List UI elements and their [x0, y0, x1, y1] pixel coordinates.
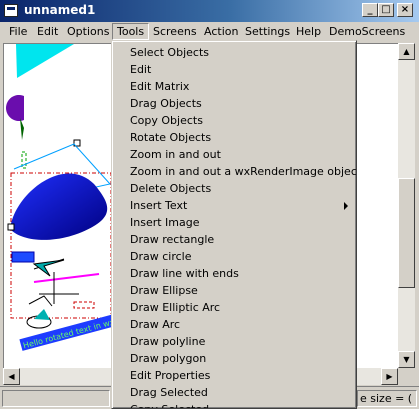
- menu-item-draw-polygon[interactable]: Draw polygon: [112, 350, 356, 367]
- menu-item-label: Select Objects: [130, 46, 209, 59]
- menu-item-label: Insert Text: [130, 199, 188, 212]
- minimize-button[interactable]: _: [362, 3, 378, 17]
- small-polyline[interactable]: [28, 295, 53, 307]
- window-title: unnamed1: [24, 3, 96, 17]
- magenta-line[interactable]: [33, 273, 100, 283]
- menu-item-label: Rotate Objects: [130, 131, 212, 144]
- menu-item-label: Edit: [130, 63, 152, 76]
- menu-item-label: Zoom in and out a wxRenderImage object: [130, 165, 357, 178]
- menu-item-edit-matrix[interactable]: Edit Matrix: [112, 78, 356, 95]
- app-icon: [4, 4, 18, 17]
- vertical-scroll-thumb[interactable]: [398, 178, 415, 288]
- menu-edit[interactable]: Edit: [37, 25, 58, 38]
- menu-item-zoom-in-and-out[interactable]: Zoom in and out: [112, 146, 356, 163]
- menu-item-label: Delete Objects: [130, 182, 212, 195]
- menu-item-edit-properties[interactable]: Edit Properties: [112, 367, 356, 384]
- menu-item-insert-text[interactable]: Insert Text: [112, 197, 356, 214]
- status-pane-left: [2, 390, 110, 407]
- menu-item-label: Draw Arc: [130, 318, 181, 331]
- menu-settings[interactable]: Settings: [245, 25, 290, 38]
- menu-item-label: Draw circle: [130, 250, 192, 263]
- scroll-right-button[interactable]: ▶: [381, 368, 398, 385]
- menu-item-label: Draw Ellipse: [130, 284, 198, 297]
- menu-item-label: Copy Selected: [130, 403, 209, 408]
- menu-item-label: Draw line with ends: [130, 267, 239, 280]
- menu-item-draw-arc[interactable]: Draw Arc: [112, 316, 356, 333]
- menu-item-label: Drag Objects: [130, 97, 202, 110]
- menu-item-label: Draw polygon: [130, 352, 207, 365]
- menu-item-delete-objects[interactable]: Delete Objects: [112, 180, 356, 197]
- menu-item-draw-polyline[interactable]: Draw polyline: [112, 333, 356, 350]
- scroll-down-button[interactable]: ▼: [398, 351, 415, 368]
- menu-action[interactable]: Action: [204, 25, 238, 38]
- status-pane-right: e size = (: [357, 390, 417, 407]
- menu-item-label: Copy Objects: [130, 114, 203, 127]
- menu-item-rotate-objects[interactable]: Rotate Objects: [112, 129, 356, 146]
- menu-bar: File Edit Tools Options Screens Action S…: [0, 22, 419, 42]
- green-shape[interactable]: [20, 118, 24, 140]
- handle-left[interactable]: [7, 223, 15, 231]
- menu-item-draw-rectangle[interactable]: Draw rectangle: [112, 231, 356, 248]
- menu-item-draw-ellipse[interactable]: Draw Ellipse: [112, 282, 356, 299]
- menu-item-copy-objects[interactable]: Copy Objects: [112, 112, 356, 129]
- menu-item-edit[interactable]: Edit: [112, 61, 356, 78]
- red-dash-small[interactable]: [73, 301, 95, 309]
- menu-item-drag-objects[interactable]: Drag Objects: [112, 95, 356, 112]
- menu-help[interactable]: Help: [296, 25, 321, 38]
- menu-item-label: Zoom in and out: [130, 148, 221, 161]
- menu-item-label: Drag Selected: [130, 386, 208, 399]
- close-button[interactable]: ×: [397, 3, 413, 17]
- scroll-corner: [398, 368, 415, 385]
- purple-pie[interactable]: [6, 95, 25, 121]
- menu-item-label: Insert Image: [130, 216, 200, 229]
- menu-item-label: Draw rectangle: [130, 233, 215, 246]
- vertical-scrollbar[interactable]: ▲ ▼: [398, 43, 415, 368]
- cyan-triangle[interactable]: [16, 44, 74, 78]
- scroll-up-button[interactable]: ▲: [398, 43, 415, 60]
- menu-tools[interactable]: Tools: [112, 23, 150, 40]
- menu-file[interactable]: File: [9, 25, 27, 38]
- menu-item-label: Draw polyline: [130, 335, 206, 348]
- blue-rect[interactable]: [11, 251, 35, 263]
- maximize-button[interactable]: □: [378, 3, 394, 17]
- blue-gradient-shape[interactable]: [10, 173, 108, 240]
- menu-screens[interactable]: Screens: [153, 25, 197, 38]
- menu-options[interactable]: Options: [67, 25, 109, 38]
- cyan-wing[interactable]: [34, 309, 50, 320]
- scroll-left-button[interactable]: ◀: [3, 368, 20, 385]
- menu-item-copy-selected[interactable]: Copy Selected: [112, 401, 356, 408]
- menu-item-label: Edit Matrix: [130, 80, 190, 93]
- menu-item-drag-selected[interactable]: Drag Selected: [112, 384, 356, 401]
- menu-item-label: Edit Properties: [130, 369, 211, 382]
- menu-demoscreens[interactable]: DemoScreens: [329, 25, 405, 38]
- menu-item-label: Draw Elliptic Arc: [130, 301, 221, 314]
- menu-item-select-objects[interactable]: Select Objects: [112, 44, 356, 61]
- title-bar[interactable]: unnamed1 _ □ ×: [0, 0, 419, 22]
- menu-item-draw-elliptic-arc[interactable]: Draw Elliptic Arc: [112, 299, 356, 316]
- tools-menu: Select Objects Edit Edit Matrix Drag Object…: [111, 40, 357, 409]
- menu-item-zoom-in-and-out-a-wxrenderimage-object[interactable]: Zoom in and out a wxRenderImage object: [112, 163, 356, 180]
- submenu-arrow-icon: [344, 202, 348, 210]
- menu-item-insert-image[interactable]: Insert Image: [112, 214, 356, 231]
- menu-item-draw-line-with-ends[interactable]: Draw line with ends: [112, 265, 356, 282]
- menu-item-draw-circle[interactable]: Draw circle: [112, 248, 356, 265]
